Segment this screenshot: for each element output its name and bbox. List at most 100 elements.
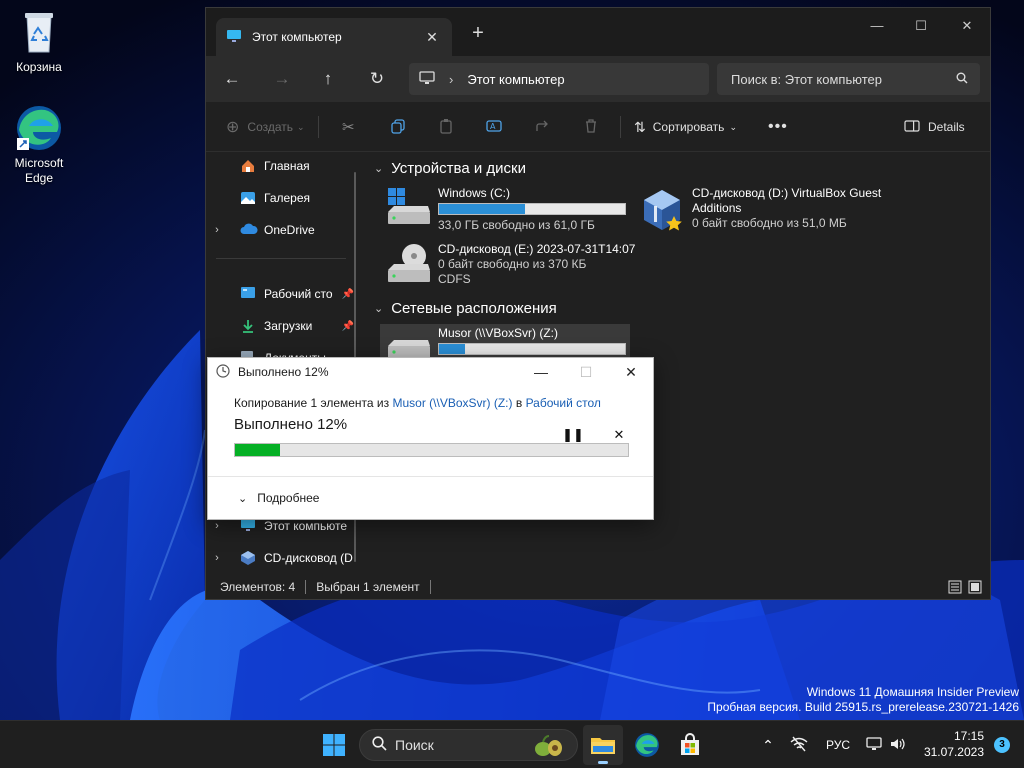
clock[interactable]: 17:15 31.07.2023: [924, 728, 984, 760]
more-options-button[interactable]: •••: [768, 115, 788, 139]
minimize-button[interactable]: —: [518, 358, 564, 386]
desktop-icon-recycle-bin[interactable]: Корзина: [1, 8, 77, 75]
address-bar[interactable]: › Этот компьютер: [409, 63, 709, 95]
maximize-button[interactable]: ☐: [898, 12, 944, 40]
sidebar-item-desktop[interactable]: Рабочий сто 📌: [206, 282, 356, 306]
desktop-icon-label: Корзина: [16, 60, 62, 74]
drive-e[interactable]: CD-дисковод (E:) 2023-07-31T14:07 0 байт…: [384, 242, 635, 287]
more-details-toggle[interactable]: ⌄ Подробнее: [208, 476, 653, 519]
chevron-down-icon: ⌄: [729, 121, 737, 132]
up-button[interactable]: ↑: [314, 67, 342, 91]
desktop-icon-label: Microsoft Edge: [14, 156, 64, 185]
details-pane-button[interactable]: Details: [904, 115, 965, 139]
group-header-network[interactable]: ⌄ Сетевые расположения: [374, 300, 557, 317]
chevron-right-icon: ›: [449, 71, 454, 87]
minimize-button[interactable]: —: [854, 12, 900, 40]
plus-circle-icon: ⊕: [226, 119, 240, 136]
dialog-title-bar: Выполнено 12% — ☐ ✕: [208, 358, 653, 386]
chevron-down-icon: ⌄: [374, 303, 384, 315]
monitor-icon: [240, 518, 258, 534]
clock-time: 17:15: [953, 729, 984, 743]
new-tab-button[interactable]: +: [466, 22, 490, 45]
more-details-label: Подробнее: [257, 491, 320, 505]
close-button[interactable]: ✕: [944, 12, 990, 40]
forward-button[interactable]: →: [268, 67, 296, 91]
group-title: Сетевые расположения: [391, 300, 557, 317]
refresh-button[interactable]: ↻: [363, 67, 391, 91]
copy-icon: [390, 118, 406, 137]
dialog-title: Выполнено 12%: [238, 365, 329, 379]
download-icon: [240, 318, 258, 334]
separator: [216, 258, 346, 259]
chevron-up-icon[interactable]: ⌃: [758, 737, 778, 754]
details-label: Details: [928, 120, 965, 134]
volume-icon[interactable]: [890, 737, 906, 754]
sidebar-item-label: Галерея: [264, 191, 311, 205]
sort-label: Сортировать: [652, 120, 725, 134]
input-language[interactable]: РУС: [826, 738, 850, 752]
sidebar-item-gallery[interactable]: Галерея: [206, 186, 356, 210]
chevron-down-icon: ⌄: [238, 492, 248, 505]
sidebar-item-downloads[interactable]: Загрузки 📌: [206, 314, 356, 338]
cancel-button[interactable]: ✕: [608, 424, 630, 446]
drive-usage-fill: [439, 344, 466, 354]
chevron-right-icon[interactable]: ›: [206, 224, 228, 236]
tiles-view-button[interactable]: [968, 580, 982, 597]
network-disconnected-icon[interactable]: [790, 736, 808, 755]
details-view-button[interactable]: [948, 580, 962, 597]
drive-d[interactable]: CD-дисковод (D:) VirtualBox Guest Additi…: [638, 186, 882, 231]
taskbar-search[interactable]: Поиск: [359, 729, 578, 761]
status-bar: Элементов: 4 Выбран 1 элемент: [206, 575, 990, 599]
sidebar-item-home[interactable]: Главная: [206, 154, 356, 178]
copy-mid: в: [515, 396, 523, 410]
clipboard-icon: [438, 118, 454, 137]
paste-button[interactable]: [438, 115, 454, 139]
sidebar-item-onedrive[interactable]: › OneDrive: [206, 218, 356, 242]
insider-watermark: Windows 11 Домашняя Insider Preview Проб…: [707, 685, 1019, 715]
desktop-icon-edge[interactable]: Microsoft Edge: [1, 104, 77, 186]
taskbar-edge[interactable]: [627, 725, 667, 765]
tab-label: Этот компьютер: [252, 30, 342, 44]
drive-z[interactable]: Musor (\\VBoxSvr) (Z:): [380, 324, 630, 360]
close-tab-icon[interactable]: ✕: [422, 29, 442, 46]
copy-button[interactable]: [390, 115, 406, 139]
search-icon: [956, 72, 968, 87]
pause-button[interactable]: ❚❚: [562, 424, 584, 446]
destination-link[interactable]: Рабочий стол: [526, 396, 601, 410]
source-link[interactable]: Musor (\\VBoxSvr) (Z:): [392, 396, 512, 410]
share-button[interactable]: [535, 115, 551, 139]
drive-name: Musor (\\VBoxSvr) (Z:): [438, 326, 559, 340]
drive-free-space: 33,0 ГБ свободно из 61,0 ГБ: [438, 218, 595, 232]
scissors-icon: ✂: [342, 119, 355, 136]
back-button[interactable]: ←: [218, 67, 246, 91]
store-icon: [681, 733, 699, 755]
separator: [620, 116, 621, 138]
details-pane-icon: [904, 119, 920, 135]
sidebar-item-label: Главная: [264, 159, 310, 173]
delete-button[interactable]: [583, 115, 599, 139]
create-button[interactable]: ⊕ Создать ⌄: [226, 115, 305, 139]
rename-button[interactable]: A: [486, 115, 502, 139]
drive-name: CD-дисковод (E:) 2023-07-31T14:07: [438, 242, 636, 256]
monitor-icon[interactable]: [866, 736, 882, 754]
group-header-devices[interactable]: ⌄ Устройства и диски: [374, 160, 526, 177]
monitor-icon: [419, 70, 435, 88]
sort-button[interactable]: ⇅ Сортировать ⌄: [634, 115, 737, 139]
cut-button[interactable]: ✂: [342, 115, 355, 139]
tab-this-pc[interactable]: Этот компьютер ✕: [216, 18, 452, 56]
drive-c[interactable]: Windows (C:) 33,0 ГБ свободно из 61,0 ГБ: [384, 186, 626, 233]
edge-icon: [635, 733, 659, 757]
sidebar-item-cd-drive-d[interactable]: › CD-дисковод (D: [206, 546, 356, 570]
search-input[interactable]: Поиск в: Этот компьютер: [717, 63, 980, 95]
more-icon: •••: [768, 118, 788, 135]
create-label: Создать: [247, 120, 294, 134]
title-bar: Этот компьютер ✕ + — ☐ ✕: [206, 8, 990, 56]
taskbar-store[interactable]: [670, 725, 710, 765]
start-button[interactable]: [314, 725, 354, 765]
chevron-right-icon[interactable]: ›: [206, 552, 228, 564]
chevron-right-icon[interactable]: ›: [206, 520, 228, 532]
notification-badge[interactable]: 3: [994, 737, 1010, 753]
taskbar-file-explorer[interactable]: [583, 725, 623, 765]
close-button[interactable]: ✕: [608, 358, 654, 386]
maximize-button[interactable]: ☐: [563, 358, 609, 386]
